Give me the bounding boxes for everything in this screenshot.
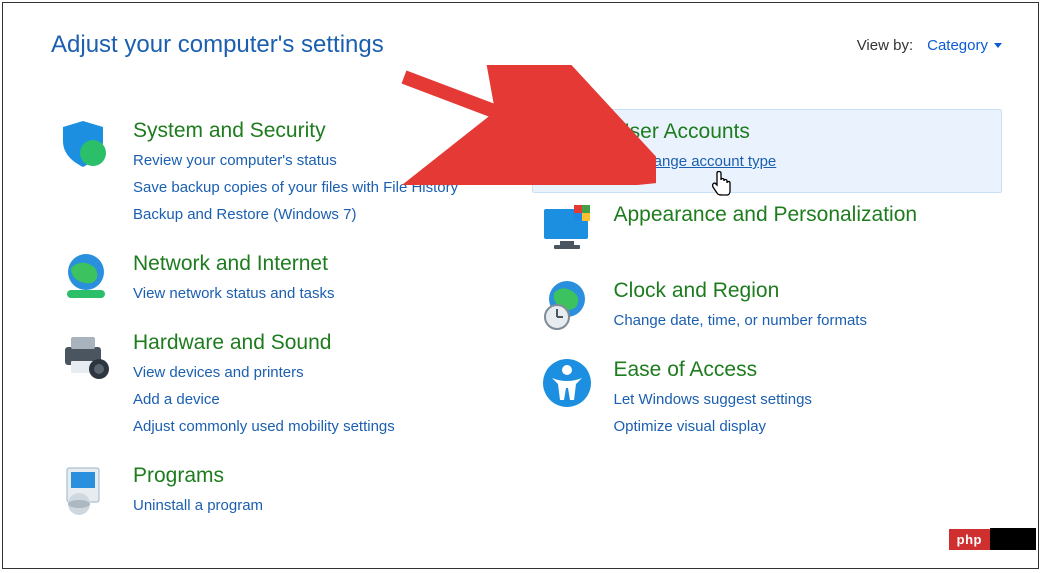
category-title-appearance[interactable]: Appearance and Personalization xyxy=(614,203,918,227)
link-change-date-time[interactable]: Change date, time, or number formats xyxy=(614,307,867,334)
watermark: php xyxy=(949,528,1036,550)
link-add-device[interactable]: Add a device xyxy=(133,386,395,413)
category-appearance: Appearance and Personalization xyxy=(532,193,1003,269)
link-optimize-display[interactable]: Optimize visual display xyxy=(614,413,812,440)
link-review-status[interactable]: Review your computer's status xyxy=(133,147,458,174)
watermark-text: php xyxy=(949,529,990,550)
link-backup-restore[interactable]: Backup and Restore (Windows 7) xyxy=(133,201,458,228)
link-change-account-type[interactable]: Change account type xyxy=(615,148,777,178)
category-title-ease[interactable]: Ease of Access xyxy=(614,358,812,382)
shield-icon xyxy=(59,117,113,171)
programs-icon xyxy=(59,462,113,516)
link-windows-suggest[interactable]: Let Windows suggest settings xyxy=(614,386,812,413)
category-title-system[interactable]: System and Security xyxy=(133,119,458,143)
watermark-block xyxy=(990,528,1036,550)
page-title: Adjust your computer's settings xyxy=(51,31,384,59)
category-programs: Programs Uninstall a program xyxy=(51,454,522,533)
category-title-user-accounts[interactable]: User Accounts xyxy=(615,120,777,144)
user-icon xyxy=(541,118,595,172)
link-change-account-type-text: Change account type xyxy=(635,153,777,170)
link-uninstall-program[interactable]: Uninstall a program xyxy=(133,492,263,519)
category-network-and-internet: Network and Internet View network status… xyxy=(51,242,522,321)
category-user-accounts[interactable]: User Accounts xyxy=(532,109,1003,193)
category-clock-and-region: Clock and Region Change date, time, or n… xyxy=(532,269,1003,348)
monitor-icon xyxy=(540,201,594,255)
clock-globe-icon xyxy=(540,277,594,331)
view-by-dropdown[interactable]: Category xyxy=(927,37,1002,54)
view-by-value: Category xyxy=(927,37,988,54)
category-title-programs[interactable]: Programs xyxy=(133,464,263,488)
category-hardware-and-sound: Hardware and Sound View devices and prin… xyxy=(51,321,522,454)
printer-icon xyxy=(59,329,113,383)
uac-shield-icon xyxy=(615,151,631,178)
category-title-hardware[interactable]: Hardware and Sound xyxy=(133,331,395,355)
globe-icon xyxy=(59,250,113,304)
link-devices-printers[interactable]: View devices and printers xyxy=(133,359,395,386)
category-ease-of-access: Ease of Access Let Windows suggest setti… xyxy=(532,348,1003,454)
chevron-down-icon xyxy=(994,43,1002,48)
view-by-label: View by: xyxy=(857,37,913,54)
category-system-and-security: System and Security Review your computer… xyxy=(51,109,522,242)
category-title-network[interactable]: Network and Internet xyxy=(133,252,335,276)
category-title-clock[interactable]: Clock and Region xyxy=(614,279,867,303)
view-by-group: View by: Category xyxy=(857,37,1002,54)
link-mobility-settings[interactable]: Adjust commonly used mobility settings xyxy=(133,413,395,440)
link-network-status[interactable]: View network status and tasks xyxy=(133,280,335,307)
accessibility-icon xyxy=(540,356,594,410)
link-file-history[interactable]: Save backup copies of your files with Fi… xyxy=(133,174,458,201)
